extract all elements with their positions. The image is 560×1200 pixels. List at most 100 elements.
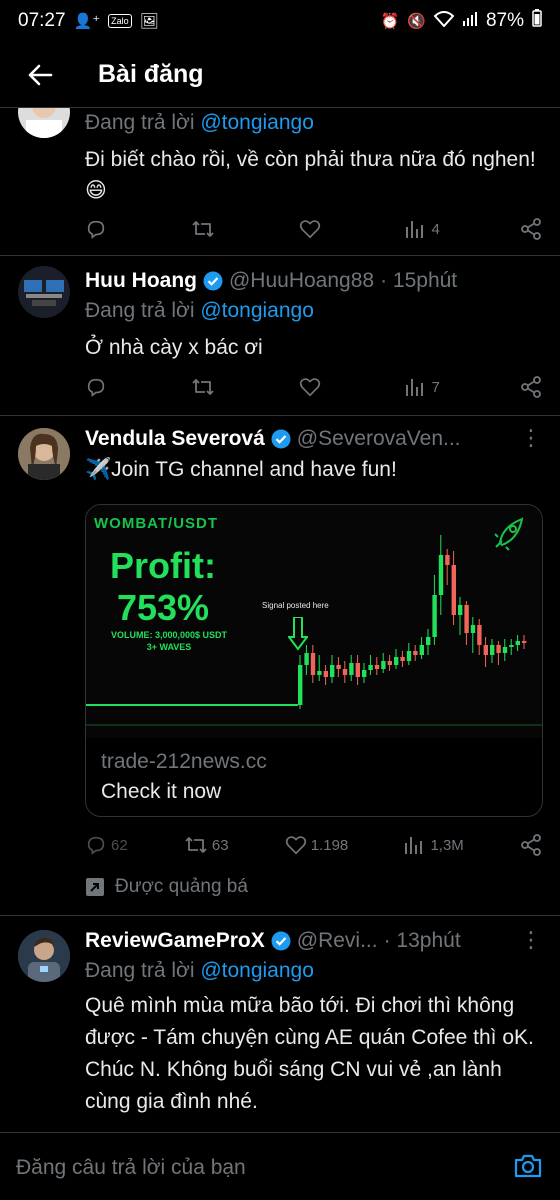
mention-link[interactable]: @tongiango — [200, 111, 314, 134]
author-name[interactable]: ReviewGameProX — [85, 929, 265, 953]
retweet-icon — [185, 837, 207, 853]
views-button[interactable]: 7 — [405, 377, 440, 397]
mention-link[interactable]: @tongiango — [200, 299, 314, 322]
share-button[interactable] — [520, 218, 542, 240]
reply-button[interactable]: 62 — [85, 834, 128, 856]
battery-level: 87% — [485, 10, 524, 31]
reply-post-1[interactable]: Đang trả lời @tongiango Đi biết chào rồi… — [0, 86, 560, 256]
author-name[interactable]: Huu Hoang — [85, 269, 197, 293]
candle-body — [490, 645, 495, 655]
candle-body — [464, 605, 469, 633]
link-card[interactable]: WOMBAT/USDT Profit: 753% VOLUME: 3,000,0… — [85, 504, 543, 817]
mute-icon: 🔇 — [407, 13, 426, 30]
add-user-icon: 👤⁺ — [73, 13, 101, 30]
views-icon — [406, 379, 424, 396]
comment-icon — [87, 220, 105, 239]
candle-body — [298, 665, 303, 705]
page-title: Bài đăng — [98, 60, 204, 88]
avatar[interactable] — [18, 266, 70, 318]
image-icon: 🖼 — [139, 13, 159, 30]
verified-badge-icon — [271, 429, 291, 449]
candle-body — [406, 651, 412, 661]
author-row: Huu Hoang @HuuHoang88 · 15phút — [85, 266, 542, 296]
share-button[interactable] — [520, 834, 542, 856]
reply-button[interactable] — [85, 376, 111, 398]
candle-body — [362, 670, 367, 677]
reply-composer — [0, 1132, 560, 1200]
candle-body — [381, 661, 386, 669]
heart-icon — [285, 836, 306, 855]
candle-body — [432, 595, 437, 637]
post-text: Đi biết chào rồi, về còn phải thưa nữa đ… — [85, 148, 536, 202]
verified-badge-icon — [203, 271, 223, 291]
zalo-icon: Zalo — [108, 14, 132, 28]
candle-body — [336, 665, 341, 669]
heart-icon — [300, 220, 321, 239]
retweet-button[interactable] — [191, 218, 219, 240]
clock: 07:27 — [18, 10, 66, 31]
candle-body — [317, 671, 322, 675]
views-button[interactable]: 1,3M — [404, 835, 464, 855]
author-row: Vendula Severová @SeverovaVen... — [85, 424, 542, 454]
retweet-icon — [192, 221, 214, 237]
comment-icon — [87, 378, 105, 397]
alarm-icon: ⏰ — [380, 13, 400, 30]
mention-link[interactable]: @tongiango — [200, 959, 314, 982]
candle-body — [477, 625, 482, 645]
views-button[interactable]: 4 — [405, 219, 440, 239]
reply-post-3[interactable]: ReviewGameProX @Revi... · 13phút ⋮ Đang … — [0, 916, 560, 1132]
avatar[interactable] — [18, 930, 70, 982]
candle-body — [368, 665, 373, 670]
card-image: WOMBAT/USDT Profit: 753% VOLUME: 3,000,0… — [86, 505, 542, 738]
author-handle: @SeverovaVen... — [296, 427, 461, 450]
promoted-icon — [86, 878, 104, 896]
candle-body — [400, 657, 405, 661]
like-button[interactable] — [299, 219, 325, 239]
more-options-icon[interactable]: ⋮ — [520, 926, 542, 954]
post-text: Quê mình mùa mữa bão tới. Đi chơi thì kh… — [85, 994, 534, 1113]
comment-count: 62 — [111, 836, 128, 854]
candle-body — [349, 663, 354, 675]
candlestick-chart — [86, 535, 542, 726]
back-button[interactable] — [0, 42, 80, 108]
author-name[interactable]: Vendula Severová — [85, 427, 265, 451]
candle-body — [445, 555, 450, 565]
more-options-icon[interactable]: ⋮ — [520, 424, 542, 452]
author-handle: @Revi... — [296, 929, 378, 952]
retweet-icon — [192, 379, 214, 395]
like-count: 1.198 — [310, 836, 349, 854]
candle-body — [483, 645, 488, 655]
candle-body — [413, 651, 418, 655]
candle-body — [451, 565, 456, 615]
retweet-button[interactable] — [191, 376, 219, 398]
comment-icon — [87, 836, 105, 855]
candle-body — [330, 665, 335, 677]
candle-body — [310, 653, 316, 675]
reply-input[interactable] — [16, 1153, 486, 1183]
views-icon — [406, 221, 424, 238]
promoted-post[interactable]: Vendula Severová @SeverovaVen... ⋮ ✈️Joi… — [0, 416, 560, 916]
post-text: ✈️Join TG channel and have fun! — [85, 458, 397, 481]
candle-body — [509, 645, 514, 647]
post-time: · 13phút — [383, 929, 461, 952]
avatar[interactable] — [18, 428, 70, 480]
post-time: · 15phút — [380, 269, 458, 292]
like-button[interactable]: 1.198 — [285, 835, 349, 855]
promoted-label[interactable]: Được quảng bá — [85, 876, 248, 898]
like-button[interactable] — [299, 377, 325, 397]
post-text: Ở nhà cày x bác ơi — [85, 336, 263, 359]
camera-button[interactable] — [514, 1153, 542, 1184]
reply-post-2[interactable]: Huu Hoang @HuuHoang88 · 15phút Đang trả … — [0, 256, 560, 416]
wifi-icon — [433, 11, 455, 31]
signal-icon — [462, 11, 478, 31]
share-icon — [521, 218, 541, 240]
share-icon — [521, 376, 541, 398]
reply-button[interactable] — [85, 218, 111, 240]
share-icon — [521, 834, 541, 856]
card-cta[interactable]: Check it now — [86, 774, 542, 816]
candle-body — [342, 669, 348, 675]
retweet-button[interactable]: 63 — [184, 834, 229, 856]
share-button[interactable] — [520, 376, 542, 398]
card-domain[interactable]: trade-212news.cc — [86, 738, 542, 774]
candle-body — [470, 625, 476, 633]
